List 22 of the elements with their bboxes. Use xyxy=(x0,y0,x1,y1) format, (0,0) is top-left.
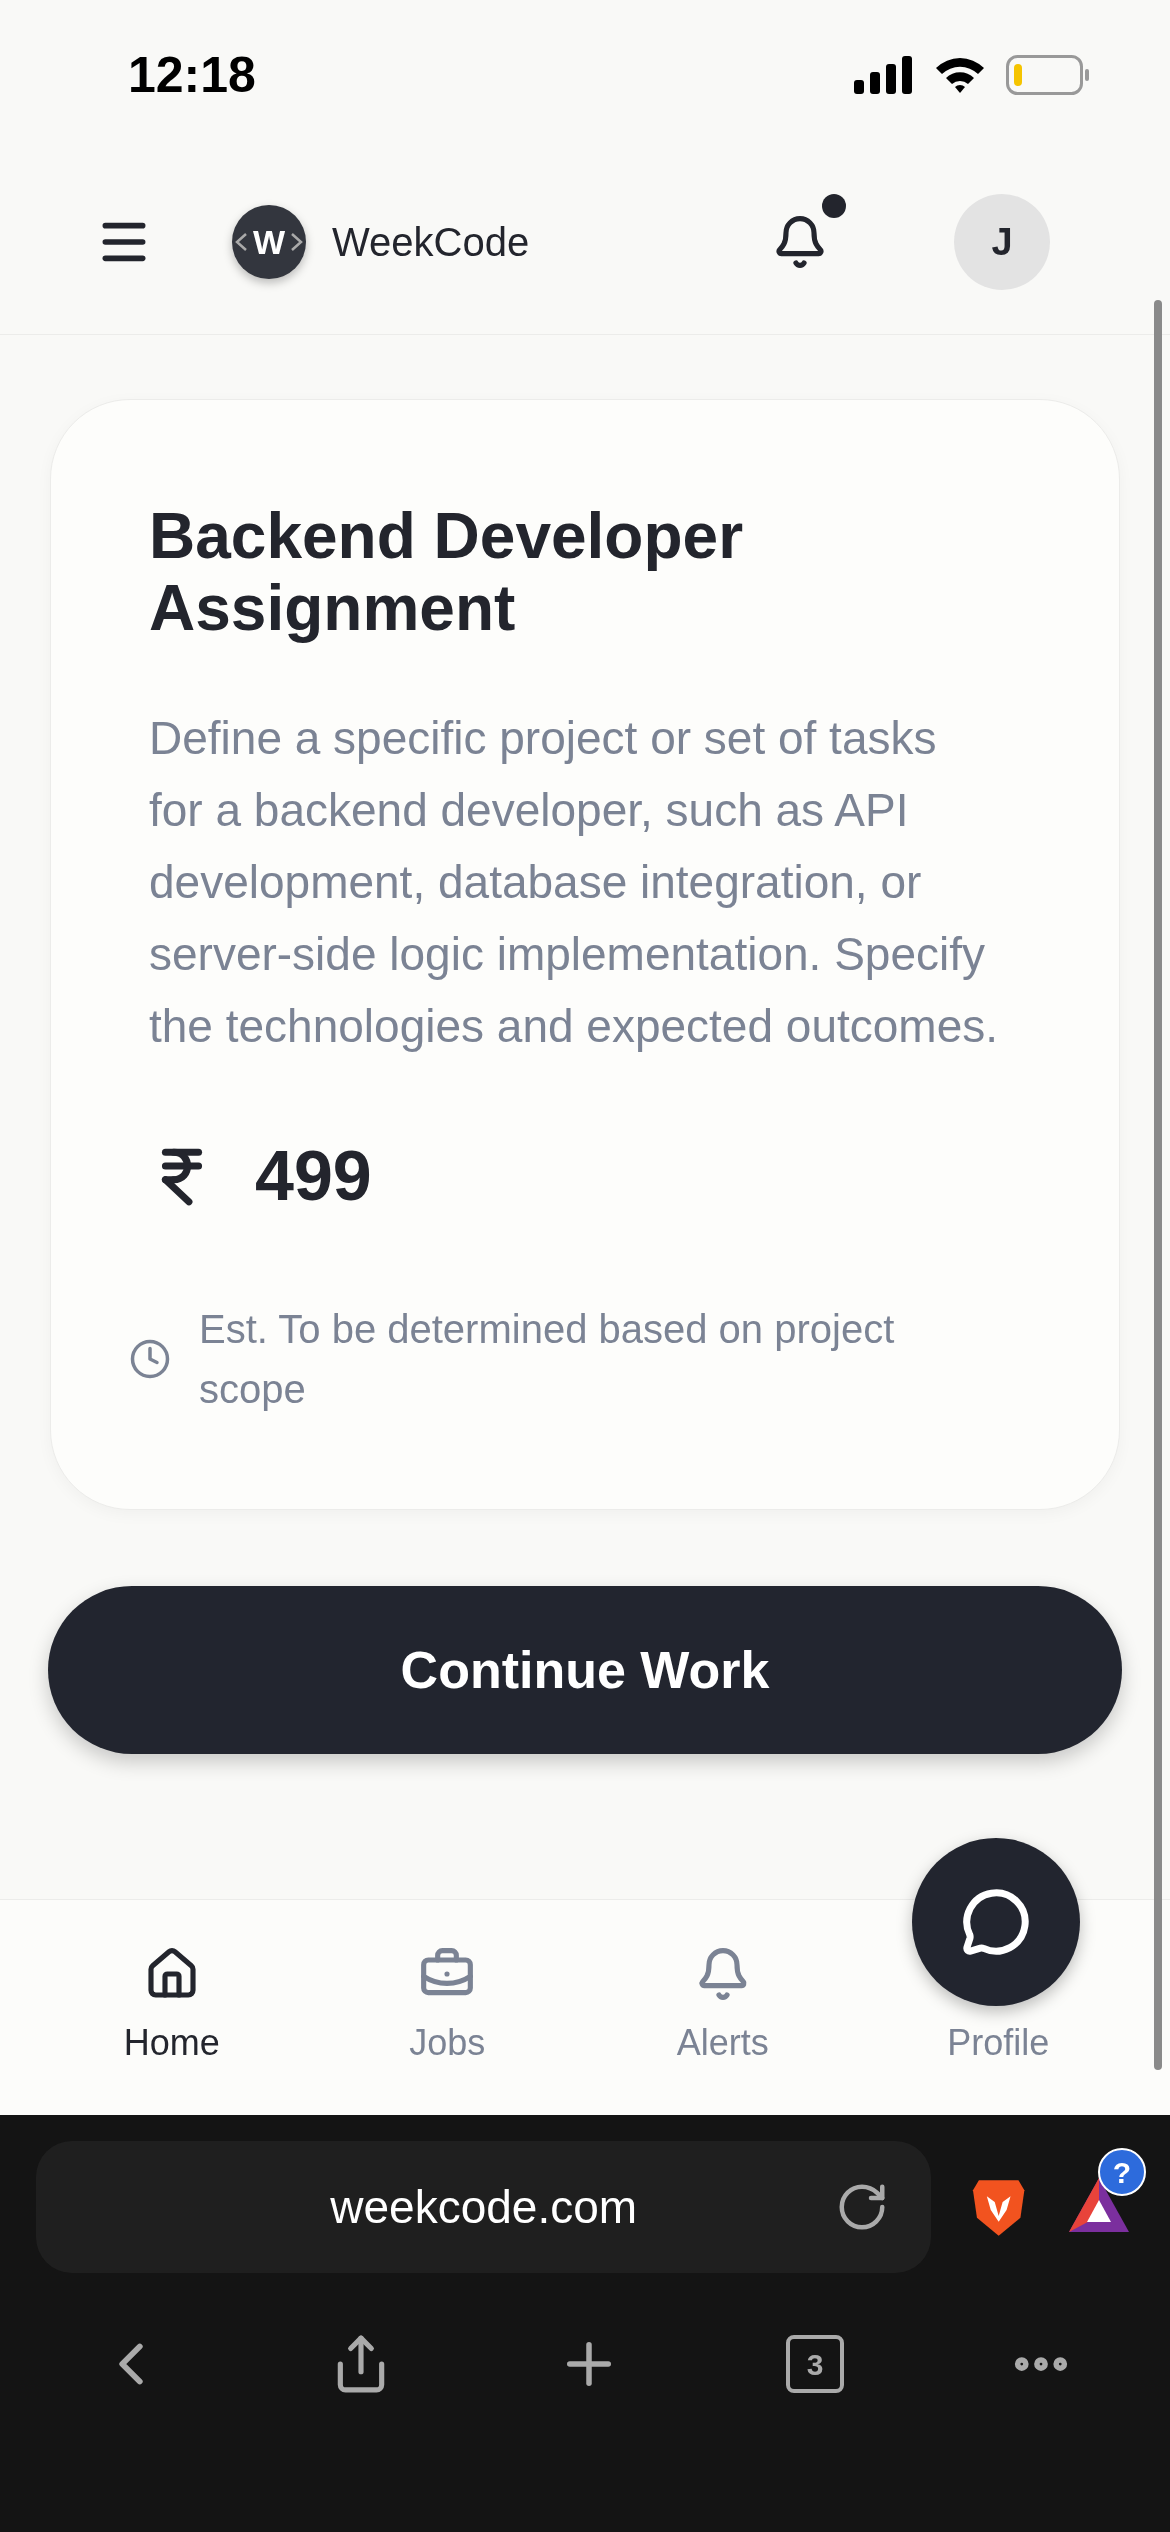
price: 499 xyxy=(255,1136,372,1217)
card-title: Backend Developer Assignment xyxy=(149,500,745,644)
help-badge[interactable]: ? xyxy=(1098,2148,1146,2196)
signal-icon xyxy=(854,56,914,94)
chat-icon xyxy=(961,1887,1031,1957)
time-estimate: Est. To be determined based on project scope xyxy=(199,1306,896,1413)
tab-count[interactable]: 3 xyxy=(786,2335,844,2393)
clock-icon xyxy=(129,1338,171,1380)
nav-tab[interactable]: Home xyxy=(34,1945,310,2070)
logo: W xyxy=(232,205,306,279)
continue-work-button[interactable]: Continue Work xyxy=(48,1586,1122,1754)
nav-tab[interactable]: Alerts xyxy=(585,1945,861,2070)
address-bar[interactable]: weekcode.com xyxy=(36,2141,932,2273)
status-time: 12:18 xyxy=(128,45,256,105)
avatar[interactable]: J xyxy=(954,194,1050,290)
battery-icon xyxy=(1006,55,1090,95)
chat-button[interactable] xyxy=(912,1838,1080,2006)
wifi-icon xyxy=(934,56,986,94)
nav-tab[interactable]: Profile xyxy=(947,2015,1050,2070)
card-description: Define a specific project or set of tasks for a backend developer, such as API development, database integration, or server-side logic implementation. Specify the technologies and expected outcomes. xyxy=(149,711,1000,1054)
brand-name: WeekCode xyxy=(332,219,530,266)
nav-tab[interactable]: Jobs xyxy=(309,1945,585,2070)
